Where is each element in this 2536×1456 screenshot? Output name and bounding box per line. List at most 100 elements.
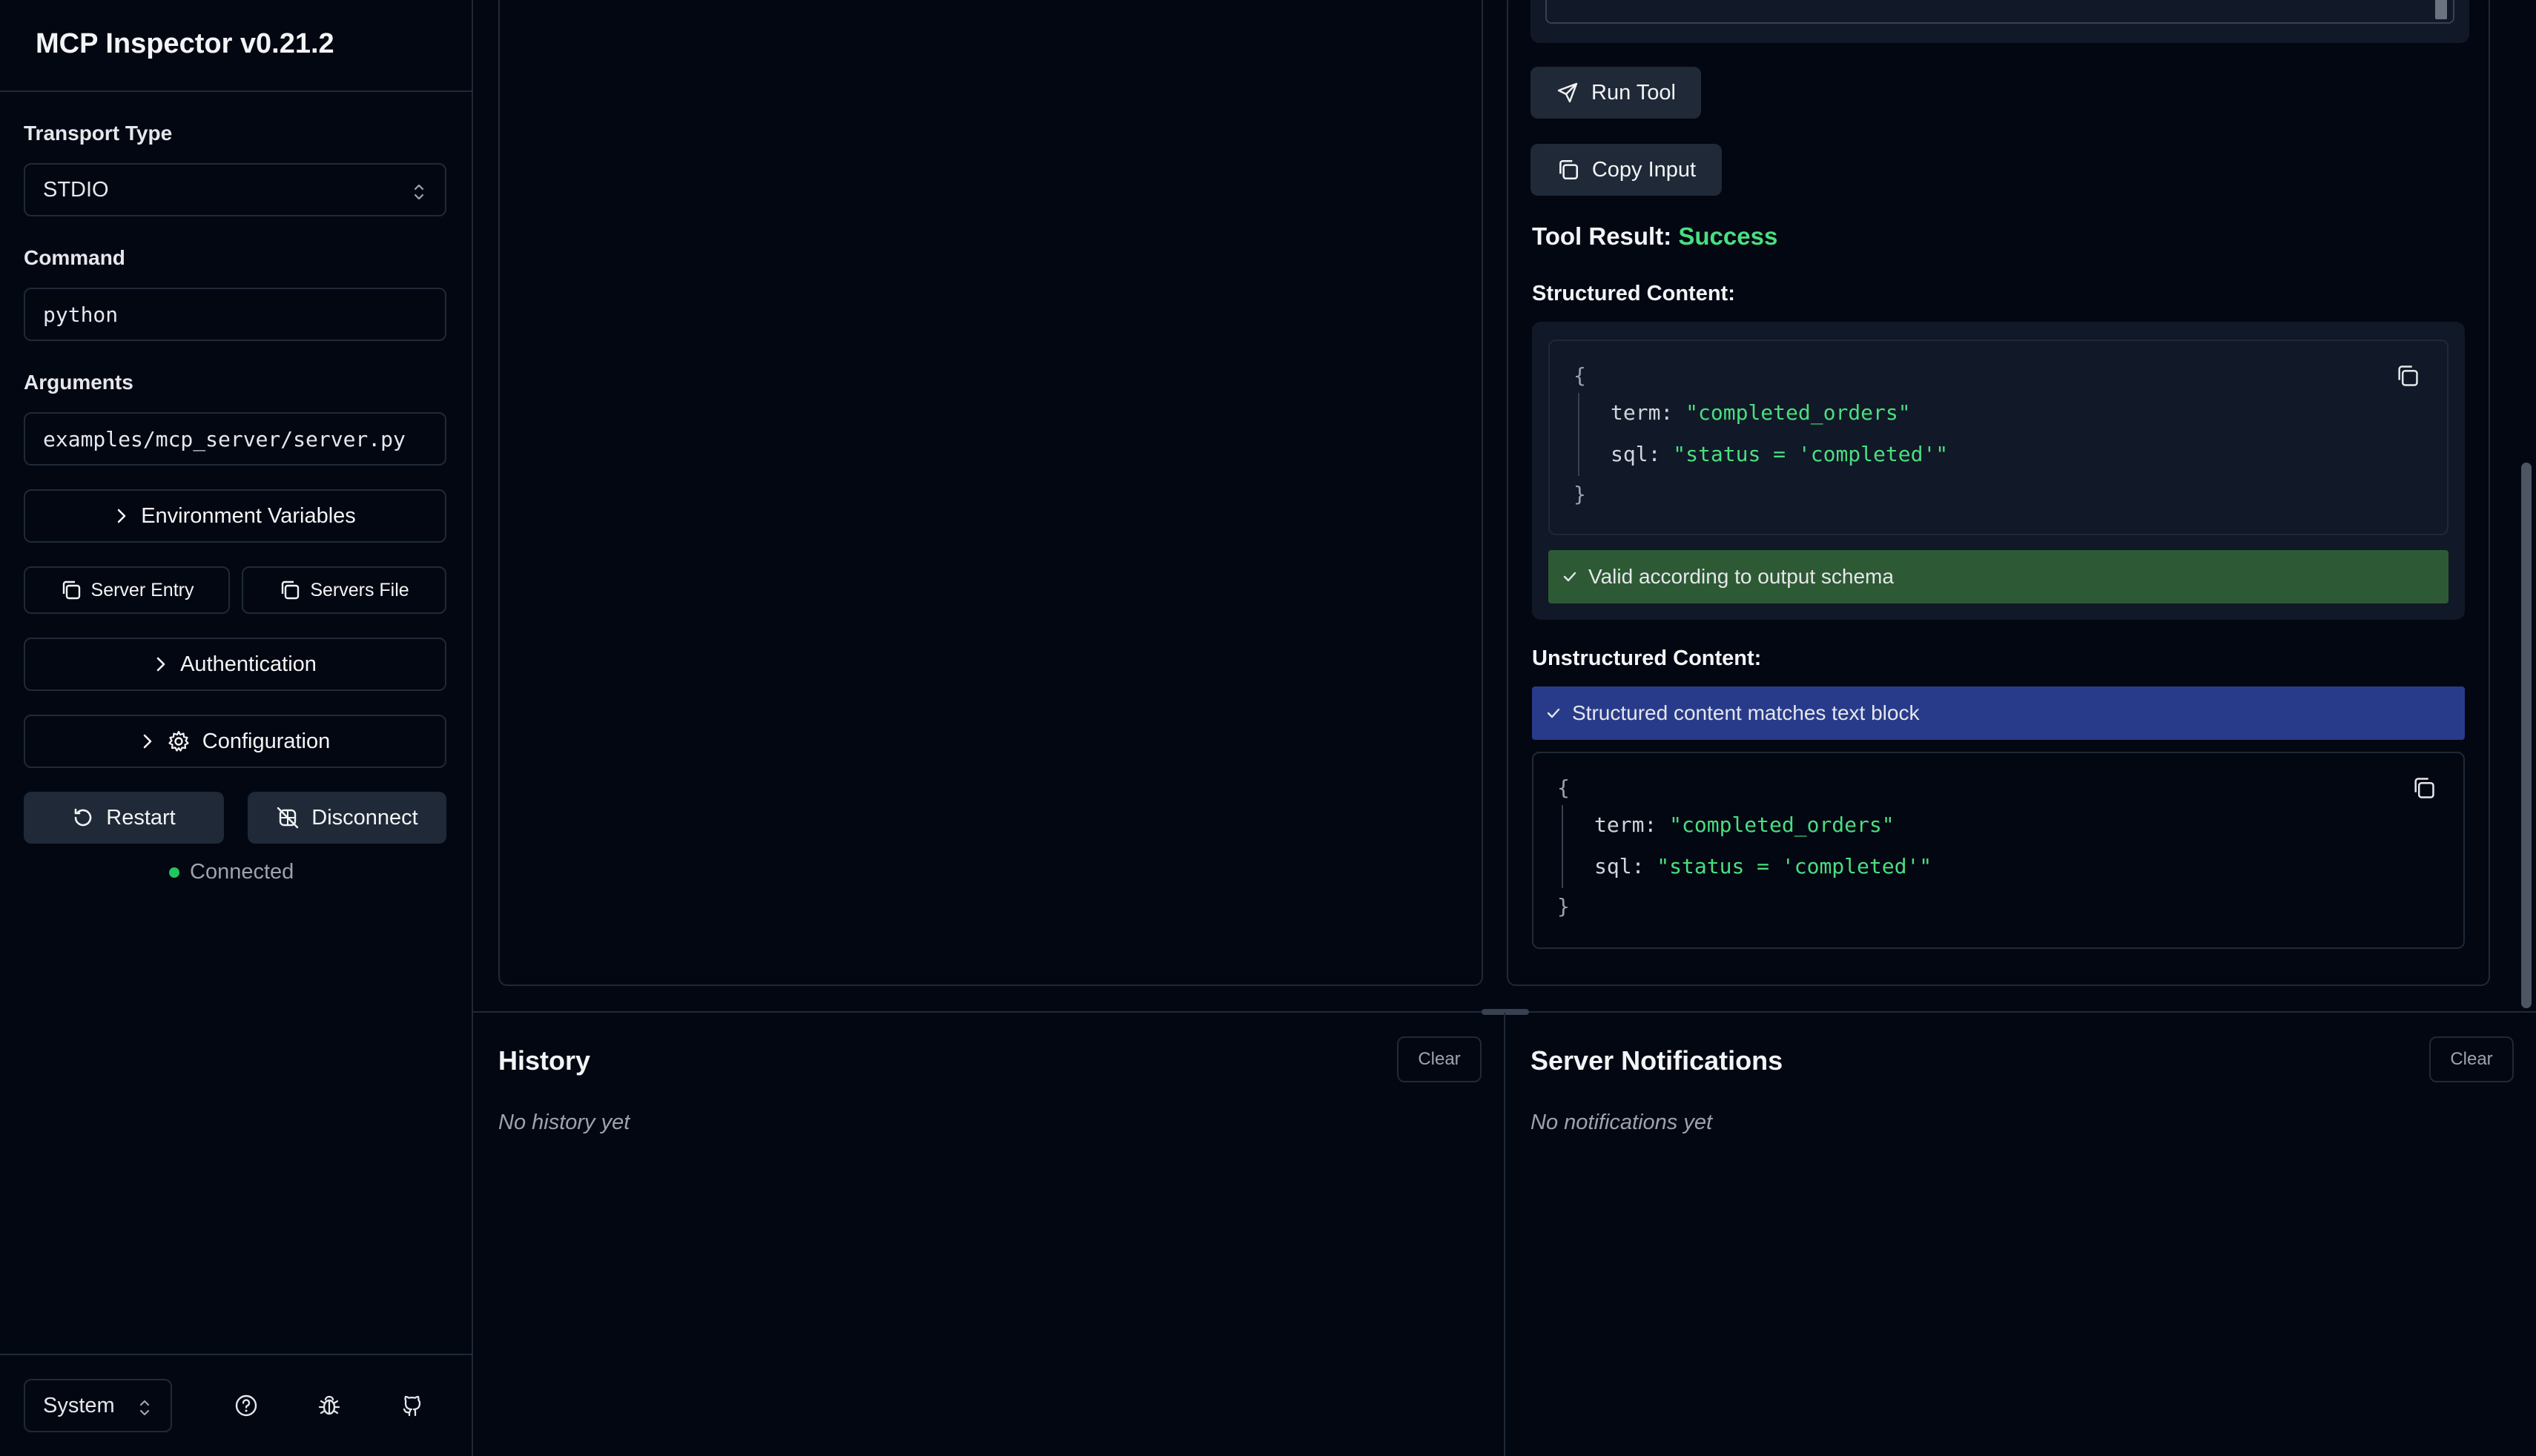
main-scrollbar-thumb[interactable] bbox=[2521, 463, 2532, 1008]
valid-schema-banner: Valid according to output schema bbox=[1548, 550, 2449, 603]
notifications-title: Server Notifications bbox=[1530, 1045, 1783, 1076]
history-empty-text: No history yet bbox=[498, 1111, 630, 1134]
servers-file-label: Servers File bbox=[310, 579, 409, 600]
json-close-brace: } bbox=[1557, 894, 1570, 919]
github-button[interactable] bbox=[390, 1383, 435, 1428]
run-tool-label: Run Tool bbox=[1591, 80, 1676, 105]
tool-input-field[interactable] bbox=[1545, 0, 2454, 24]
chevron-right-icon bbox=[140, 732, 155, 750]
notifications-empty-text: No notifications yet bbox=[1530, 1111, 1713, 1134]
json-value: "completed_orders" bbox=[1685, 400, 1911, 425]
sidebar-divider bbox=[0, 90, 472, 92]
gear-icon bbox=[167, 729, 191, 753]
copy-structured-button[interactable] bbox=[2395, 363, 2420, 388]
theme-value: System bbox=[43, 1393, 115, 1417]
main-scrollbar-track[interactable] bbox=[2518, 0, 2536, 1011]
transport-type-label: Transport Type bbox=[24, 122, 173, 145]
json-sql-line: sql: "status = 'completed'" bbox=[1611, 442, 1948, 466]
help-button[interactable] bbox=[224, 1383, 268, 1428]
notifications-clear-button[interactable]: Clear bbox=[2429, 1036, 2514, 1082]
structured-content-card: { term: "completed_orders" sql: "status … bbox=[1532, 322, 2465, 620]
restart-icon bbox=[72, 807, 94, 829]
copy-icon bbox=[2411, 775, 2437, 801]
debug-button[interactable] bbox=[307, 1383, 351, 1428]
status-text: Connected bbox=[190, 860, 294, 884]
structured-code-block: { term: "completed_orders" sql: "status … bbox=[1548, 340, 2449, 535]
json-open-brace: { bbox=[1557, 775, 1570, 800]
transport-type-value: STDIO bbox=[43, 177, 109, 202]
json-term-line: term: "completed_orders" bbox=[1594, 813, 1895, 837]
history-title: History bbox=[498, 1045, 591, 1076]
server-entry-button[interactable]: Server Entry bbox=[24, 566, 230, 614]
chevron-right-icon bbox=[153, 655, 168, 673]
json-key: term: bbox=[1611, 400, 1674, 425]
copy-icon bbox=[1556, 158, 1580, 182]
json-key: sql: bbox=[1594, 854, 1645, 878]
json-value: "status = 'completed'" bbox=[1673, 442, 1949, 466]
check-icon bbox=[1545, 705, 1562, 721]
disconnect-label: Disconnect bbox=[311, 805, 418, 830]
run-tool-button[interactable]: Run Tool bbox=[1530, 67, 1701, 119]
sidebar: MCP Inspector v0.21.2 Transport Type STD… bbox=[0, 0, 473, 1456]
environment-variables-label: Environment Variables bbox=[141, 503, 356, 528]
disconnect-button[interactable]: Disconnect bbox=[248, 792, 446, 844]
configuration-label: Configuration bbox=[202, 729, 331, 753]
input-scrollbar[interactable] bbox=[2435, 0, 2447, 19]
servers-file-button[interactable]: Servers File bbox=[242, 566, 446, 614]
arguments-value: examples/mcp_server/server.py bbox=[43, 426, 406, 451]
copy-input-label: Copy Input bbox=[1591, 157, 1697, 182]
status-dot bbox=[169, 867, 179, 878]
restart-label: Restart bbox=[106, 805, 176, 830]
json-term-line: term: "completed_orders" bbox=[1611, 400, 1911, 425]
bottom-split-divider bbox=[1504, 1013, 1505, 1456]
structured-content-label: Structured Content: bbox=[1532, 282, 1735, 305]
configuration-button[interactable]: Configuration bbox=[24, 715, 446, 768]
json-sql-line: sql: "status = 'completed'" bbox=[1594, 854, 1932, 878]
copy-icon bbox=[2395, 363, 2420, 388]
chevron-right-icon bbox=[114, 507, 129, 525]
environment-variables-button[interactable]: Environment Variables bbox=[24, 489, 446, 543]
sidebar-footer-divider bbox=[0, 1354, 472, 1355]
json-key: term: bbox=[1594, 813, 1657, 837]
matches-text: Structured content matches text block bbox=[1572, 701, 1920, 724]
connection-status: Connected bbox=[169, 860, 294, 884]
tool-input-card bbox=[1530, 0, 2469, 43]
github-icon bbox=[400, 1393, 425, 1418]
restart-button[interactable]: Restart bbox=[24, 792, 224, 844]
disconnect-icon bbox=[276, 806, 300, 830]
history-clear-button[interactable]: Clear bbox=[1397, 1036, 1482, 1082]
unstructured-content-label: Unstructured Content: bbox=[1532, 646, 1762, 670]
help-icon bbox=[234, 1393, 259, 1418]
authentication-button[interactable]: Authentication bbox=[24, 638, 446, 691]
copy-unstructured-button[interactable] bbox=[2411, 775, 2437, 801]
send-icon bbox=[1556, 81, 1579, 105]
json-open-brace: { bbox=[1574, 363, 1586, 388]
command-value: python bbox=[43, 302, 119, 327]
chevron-updown-icon bbox=[138, 1398, 151, 1417]
authentication-label: Authentication bbox=[180, 652, 317, 676]
theme-select[interactable]: System bbox=[24, 1379, 172, 1432]
json-indent-guide bbox=[1562, 805, 1563, 888]
arguments-input[interactable]: examples/mcp_server/server.py bbox=[24, 412, 446, 466]
command-label: Command bbox=[24, 246, 125, 269]
chevron-updown-icon bbox=[412, 182, 426, 202]
json-indent-guide bbox=[1578, 393, 1579, 476]
transport-type-select[interactable]: STDIO bbox=[24, 163, 446, 216]
resize-handle[interactable] bbox=[1482, 1009, 1529, 1015]
json-key: sql: bbox=[1611, 442, 1661, 466]
copy-input-button[interactable]: Copy Input bbox=[1530, 144, 1722, 196]
bug-icon bbox=[317, 1393, 342, 1418]
copy-icon bbox=[60, 579, 82, 601]
tool-result-label: Tool Result: bbox=[1532, 222, 1672, 250]
server-entry-label: Server Entry bbox=[90, 579, 194, 600]
app-title: MCP Inspector v0.21.2 bbox=[36, 28, 334, 59]
copy-icon bbox=[279, 579, 301, 601]
command-input[interactable]: python bbox=[24, 288, 446, 341]
valid-schema-text: Valid according to output schema bbox=[1588, 565, 1894, 588]
json-value: "completed_orders" bbox=[1669, 813, 1895, 837]
check-icon bbox=[1562, 569, 1578, 585]
json-value: "status = 'completed'" bbox=[1657, 854, 1932, 878]
json-close-brace: } bbox=[1574, 482, 1586, 506]
tool-list-panel bbox=[498, 0, 1483, 986]
arguments-label: Arguments bbox=[24, 371, 133, 394]
